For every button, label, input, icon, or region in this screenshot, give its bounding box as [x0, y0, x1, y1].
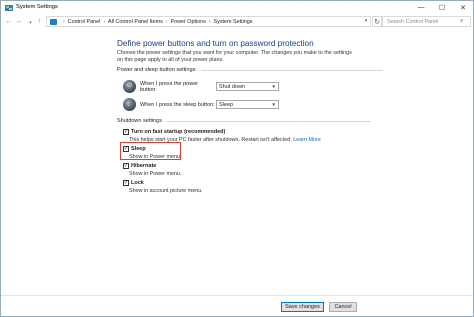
sleep-button-row: ☾ When I press the sleep button: Sleep ▼ [123, 98, 279, 111]
breadcrumb-power-options[interactable]: Power Options [171, 19, 206, 25]
learn-more-link[interactable]: Learn More [293, 137, 321, 143]
section-title: Power and sleep button settings: [117, 67, 197, 73]
fast-startup-option: ✓ Turn on fast startup (recommended) Thi… [123, 129, 321, 143]
hibernate-checkbox[interactable]: ✓ [123, 163, 129, 169]
shutdown-section-header: Shutdown settings [117, 118, 371, 124]
lock-option: ✓ Lock Show in account picture menu. [123, 180, 203, 194]
breadcrumb-separator: › [103, 18, 106, 25]
search-box[interactable]: Search Control Panel ⌕ [382, 16, 471, 27]
fast-startup-label[interactable]: Turn on fast startup (recommended) [131, 129, 225, 135]
save-changes-button[interactable]: Save changes [281, 302, 324, 312]
power-button-select[interactable]: Shut down ▼ [216, 82, 279, 91]
hibernate-option: ✓ Hibernate Show in Power menu. [123, 163, 181, 177]
fast-startup-checkbox[interactable]: ✓ [123, 129, 129, 135]
breadcrumb-separator: › [208, 18, 211, 25]
system-settings-window: System Settings — ☐ ✕ ← → ▾ ↑ › Control … [0, 0, 474, 317]
sleep-button-value: Sleep [219, 101, 234, 108]
up-arrow-icon[interactable]: ↑ [35, 17, 44, 26]
address-bar: ← → ▾ ↑ › Control Panel › All Control Pa… [1, 15, 473, 28]
breadcrumb-separator: › [63, 18, 65, 25]
sleep-highlight-box [120, 142, 181, 160]
breadcrumb-separator: › [165, 18, 168, 25]
breadcrumb-system-settings[interactable]: System Settings [214, 19, 253, 25]
control-panel-icon [5, 5, 13, 11]
chevron-down-icon: ▼ [271, 84, 276, 89]
address-dropdown-chevron-icon[interactable]: ▾ [361, 16, 371, 25]
recent-locations-chevron-icon[interactable]: ▾ [26, 18, 35, 27]
refresh-icon[interactable]: ↻ [372, 16, 382, 27]
section-divider [200, 69, 383, 71]
footer-divider [1, 295, 473, 296]
sleep-button-label: When I press the sleep button: [140, 101, 215, 108]
close-button[interactable]: ✕ [453, 1, 473, 14]
power-button-icon: ⏻ [123, 80, 136, 93]
section-divider [165, 120, 371, 122]
power-button-row: ⏻ When I press the power button: Shut do… [123, 80, 279, 93]
hibernate-label[interactable]: Hibernate [131, 163, 156, 169]
back-arrow-icon[interactable]: ← [4, 17, 13, 26]
power-sleep-section-header: Power and sleep button settings: [117, 67, 383, 73]
title-bar: System Settings — ☐ ✕ [1, 1, 473, 15]
control-panel-small-icon [50, 18, 57, 25]
page-description: Choose the power settings that you want … [117, 50, 352, 63]
chevron-down-icon: ▼ [271, 102, 276, 107]
sleep-button-select[interactable]: Sleep ▼ [216, 100, 279, 109]
cancel-button[interactable]: Cancel [329, 302, 357, 312]
minimize-button[interactable]: — [411, 1, 431, 14]
lock-label[interactable]: Lock [131, 180, 144, 186]
lock-description: Show in account picture menu. [129, 188, 203, 194]
breadcrumb-control-panel[interactable]: Control Panel [68, 19, 101, 25]
power-button-label: When I press the power button: [140, 80, 199, 93]
power-button-value: Shut down [219, 83, 245, 90]
lock-checkbox[interactable]: ✓ [123, 180, 129, 186]
breadcrumb[interactable]: › Control Panel › All Control Panel Item… [46, 16, 371, 27]
maximize-button[interactable]: ☐ [432, 1, 452, 14]
hibernate-description: Show in Power menu. [129, 171, 182, 177]
page-title: Define power buttons and turn on passwor… [117, 39, 314, 48]
breadcrumb-all-items[interactable]: All Control Panel Items [108, 19, 163, 25]
sleep-button-icon: ☾ [123, 98, 136, 111]
search-input[interactable]: Search Control Panel [387, 19, 460, 25]
forward-arrow-icon[interactable]: → [14, 17, 23, 26]
window-title: System Settings [16, 4, 58, 10]
main-content: Define power buttons and turn on passwor… [1, 29, 473, 295]
search-icon: ⌕ [460, 18, 464, 24]
section-title: Shutdown settings [117, 118, 162, 124]
